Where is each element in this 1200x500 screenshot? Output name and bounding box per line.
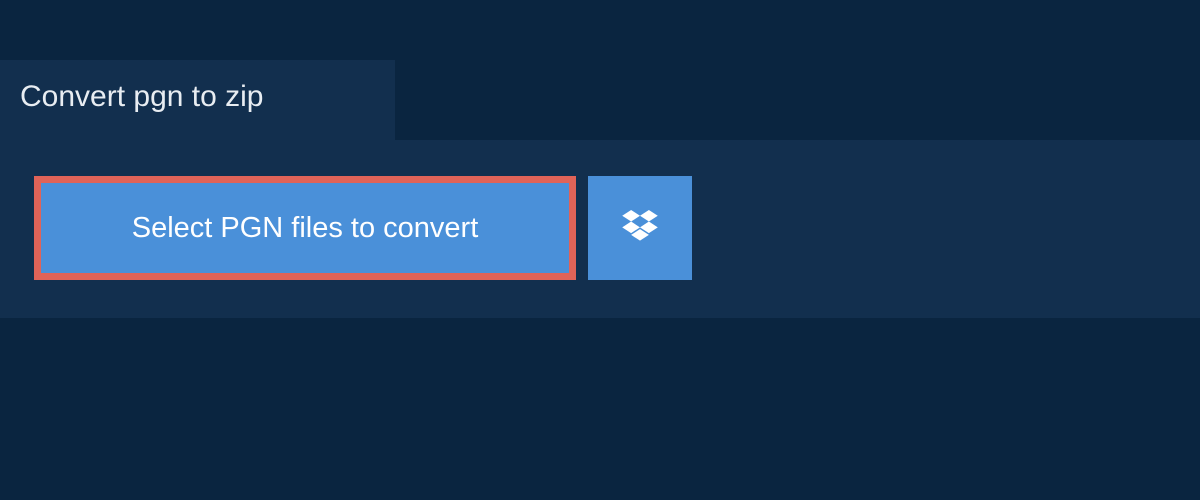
tab-bar: Convert pgn to zip [0,0,1200,140]
tab-convert-pgn-to-zip[interactable]: Convert pgn to zip [0,60,395,140]
select-files-label: Select PGN files to convert [132,212,479,245]
select-files-button[interactable]: Select PGN files to convert [34,176,576,280]
tab-label: Convert pgn to zip [20,80,263,113]
dropbox-icon [622,210,658,247]
dropbox-button[interactable] [588,176,692,280]
main-panel: Select PGN files to convert [0,140,1200,318]
